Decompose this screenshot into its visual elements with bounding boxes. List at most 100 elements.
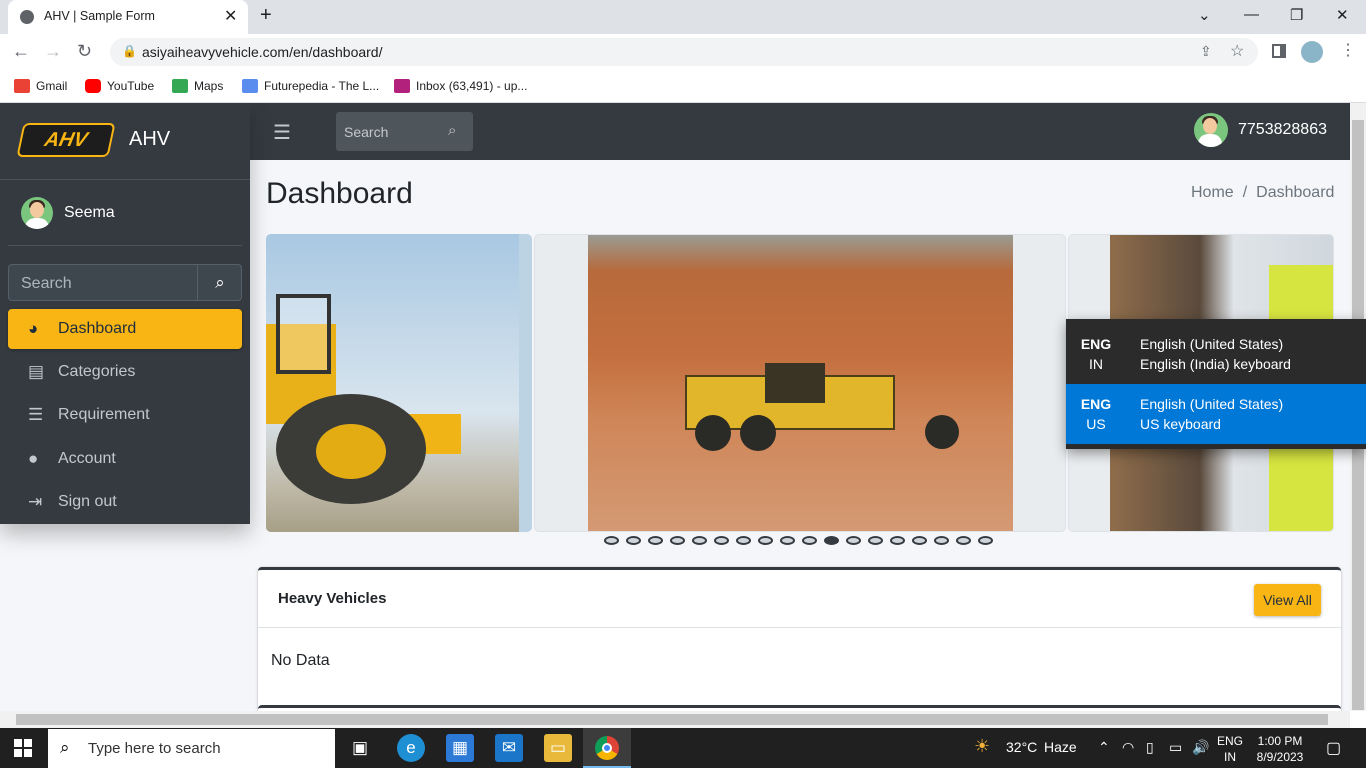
tab-search-chevron-icon[interactable]: ⌄ (1198, 6, 1211, 24)
lang-option-eng-us[interactable]: ENG US English (United States) US keyboard (1066, 384, 1366, 444)
top-navbar: ☰ Search ⌕ 7753828863 (250, 103, 1350, 160)
avatar (1194, 113, 1228, 147)
tab-title: AHV | Sample Form (44, 9, 155, 23)
reload-icon[interactable]: ↻ (77, 41, 92, 62)
chrome-taskbar-button[interactable] (583, 728, 631, 768)
url-text[interactable]: asiyaiheavyvehicle.com/en/dashboard/ (142, 44, 382, 60)
profile-avatar[interactable] (1301, 41, 1323, 63)
carousel-dot[interactable] (978, 536, 993, 545)
brand-link[interactable]: AHV AHV (0, 103, 250, 180)
top-search-input[interactable]: Search ⌕ (336, 112, 473, 151)
maps-icon (172, 79, 188, 93)
bookmark-maps[interactable]: Maps (172, 76, 223, 96)
hamburger-menu-icon[interactable]: ☰ (273, 120, 291, 145)
tachometer-icon: ◕ (28, 319, 39, 338)
empty-state-text: No Data (271, 652, 330, 669)
top-user-menu[interactable]: 7753828863 (1194, 112, 1327, 148)
carousel-dot[interactable] (714, 536, 729, 545)
carousel-dot[interactable] (802, 536, 817, 545)
network-icon[interactable]: ▯ (1146, 739, 1154, 756)
carousel-dot[interactable] (912, 536, 927, 545)
sidebar-search-input[interactable]: Search ⌕ (8, 264, 242, 301)
menu-dots-icon[interactable]: ⋮ (1340, 40, 1356, 60)
restore-icon[interactable]: ❐ (1290, 6, 1303, 24)
lock-icon[interactable]: 🔒 (122, 44, 137, 58)
side-panel-icon[interactable] (1272, 44, 1286, 58)
bookmark-gmail[interactable]: Gmail (14, 76, 67, 96)
breadcrumb-home[interactable]: Home (1191, 184, 1234, 201)
lang-option-eng-in[interactable]: ENG IN English (United States) English (In… (1066, 324, 1366, 384)
sidebar-item-categories[interactable]: ▤ Categories (8, 352, 242, 392)
input-language-indicator[interactable]: ENG IN (1217, 733, 1243, 765)
mail-icon[interactable]: ✉ (495, 734, 523, 762)
forward-icon[interactable]: → (44, 41, 62, 62)
taskbar-search-placeholder: Type here to search (88, 740, 221, 757)
carousel-dot[interactable] (846, 536, 861, 545)
card-title: Heavy Vehicles (278, 590, 387, 607)
card-header: Heavy Vehicles View All (258, 570, 1341, 628)
breadcrumb-separator: / (1242, 184, 1248, 201)
address-bar[interactable]: 🔒 asiyaiheavyvehicle.com/en/dashboard/ ⇪… (110, 38, 1258, 66)
carousel-slide-roller[interactable] (266, 234, 532, 532)
carousel-dot[interactable] (736, 536, 751, 545)
user-panel[interactable]: Seema (8, 183, 242, 246)
page-title: Dashboard (266, 177, 413, 210)
clipboard-icon: ▤ (28, 362, 45, 381)
carousel-dot[interactable] (604, 536, 619, 545)
horizontal-scroll-thumb[interactable] (16, 714, 1328, 725)
window-close-icon[interactable]: ✕ (1336, 6, 1349, 24)
weather-temp[interactable]: 32°C (1006, 739, 1037, 755)
breadcrumb-current: Dashboard (1256, 184, 1335, 201)
bookmark-inbox[interactable]: Inbox (63,491) - up... (394, 76, 527, 96)
share-icon[interactable]: ⇪ (1200, 43, 1212, 60)
volume-icon[interactable]: 🔊 (1192, 739, 1209, 756)
sidebar-item-dashboard[interactable]: ◕ Dashboard (8, 309, 242, 349)
brand-text: AHV (129, 128, 171, 150)
sidebar-username[interactable]: Seema (64, 204, 115, 222)
search-icon[interactable]: ⌕ (197, 265, 242, 300)
sign-out-icon: ⇥ (28, 492, 43, 511)
notifications-icon[interactable]: ▢ (1326, 738, 1341, 758)
battery-icon[interactable]: ▭ (1169, 739, 1182, 756)
user-phone: 7753828863 (1238, 121, 1327, 138)
carousel-slide-grader[interactable] (534, 234, 1066, 532)
youtube-icon (85, 79, 101, 93)
windows-start-icon[interactable] (14, 739, 32, 757)
sidebar-item-requirement[interactable]: ☰ Requirement (8, 395, 242, 435)
carousel-dot[interactable] (780, 536, 795, 545)
minimize-icon[interactable]: — (1244, 6, 1259, 23)
bookmark-futurepedia[interactable]: Futurepedia - The L... (242, 76, 379, 96)
carousel-dot[interactable] (670, 536, 685, 545)
user-circle-icon: ● (28, 449, 39, 468)
store-icon[interactable]: ▦ (446, 734, 474, 762)
new-tab-icon[interactable]: + (260, 4, 272, 27)
browser-tab[interactable]: AHV | Sample Form ✕ (8, 0, 248, 34)
bookmark-youtube[interactable]: YouTube (85, 76, 154, 96)
weather-icon[interactable]: ☀ (974, 736, 990, 757)
clock[interactable]: 1:00 PM 8/9/2023 (1252, 733, 1308, 765)
file-explorer-icon[interactable]: ▭ (544, 734, 572, 762)
carousel-dot[interactable] (934, 536, 949, 545)
close-tab-icon[interactable]: ✕ (224, 6, 237, 26)
wifi-icon[interactable]: ◠ (1122, 739, 1134, 756)
view-all-button[interactable]: View All (1254, 584, 1321, 616)
carousel-dot[interactable] (692, 536, 707, 545)
weather-desc[interactable]: Haze (1044, 739, 1077, 755)
carousel-dot[interactable] (868, 536, 883, 545)
back-icon[interactable]: ← (12, 41, 30, 62)
search-icon[interactable]: ⌕ (448, 122, 456, 139)
carousel-dot[interactable] (824, 536, 839, 545)
sidebar-item-account[interactable]: ● Account (8, 439, 242, 479)
search-icon: ⌕ (60, 738, 70, 757)
carousel-dot[interactable] (626, 536, 641, 545)
carousel-dot[interactable] (956, 536, 971, 545)
taskbar-search[interactable]: ⌕ Type here to search (48, 729, 335, 768)
sidebar-item-signout[interactable]: ⇥ Sign out (8, 482, 242, 522)
carousel-dot[interactable] (890, 536, 905, 545)
task-view-icon[interactable]: ▣ (346, 734, 374, 762)
bookmark-star-icon[interactable]: ☆ (1230, 41, 1244, 61)
edge-icon[interactable]: e (397, 734, 425, 762)
chevron-up-icon[interactable]: ⌃ (1098, 739, 1110, 756)
carousel-dot[interactable] (758, 536, 773, 545)
carousel-dot[interactable] (648, 536, 663, 545)
